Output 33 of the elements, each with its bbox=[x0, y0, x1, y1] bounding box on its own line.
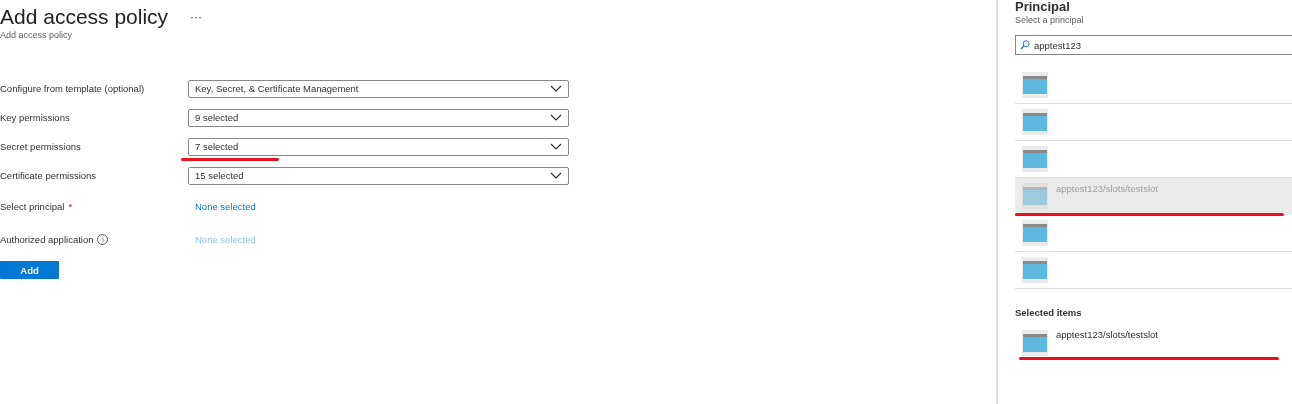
app-icon bbox=[1022, 330, 1048, 356]
app-icon bbox=[1022, 257, 1048, 283]
app-icon bbox=[1022, 220, 1048, 246]
selected-principal-name: apptest123/slots/testslot bbox=[1056, 329, 1158, 340]
principal-name: apptest123/slots/testslot bbox=[1056, 183, 1158, 194]
chevron-down-icon bbox=[550, 114, 562, 121]
chevron-down-icon bbox=[550, 143, 562, 150]
field-label: Key permissions bbox=[0, 112, 70, 123]
field-label: Authorized application bbox=[0, 234, 94, 245]
select-link[interactable]: None selected bbox=[195, 201, 256, 212]
search-field[interactable]: apptest123 bbox=[1015, 35, 1292, 55]
chevron-down-icon bbox=[550, 172, 562, 179]
section-heading: Selected items bbox=[1015, 307, 1083, 318]
search-icon bbox=[1020, 40, 1030, 50]
permission-dropdown[interactable]: Key, Secret, & Certificate Management bbox=[188, 79, 569, 98]
panel-title: Principal bbox=[1015, 0, 1071, 14]
field-label: Configure from template (optional) bbox=[0, 83, 145, 94]
required-mark: * bbox=[68, 201, 73, 212]
app-icon bbox=[1022, 146, 1048, 172]
more-button[interactable]: ··· bbox=[190, 10, 203, 24]
page-title: Add access policy bbox=[0, 5, 169, 29]
app-icon bbox=[1022, 183, 1048, 209]
chevron-down-icon bbox=[550, 85, 562, 92]
add-button[interactable]: Add bbox=[0, 261, 59, 279]
page-subtitle: Add access policy bbox=[0, 30, 74, 40]
field-label: Select principal bbox=[0, 201, 65, 212]
permission-dropdown[interactable]: 15 selected bbox=[188, 166, 569, 185]
app-icon bbox=[1022, 109, 1048, 135]
app-icon bbox=[1022, 72, 1048, 98]
panel-subtitle: Select a principal bbox=[1015, 15, 1085, 25]
field-label: Secret permissions bbox=[0, 141, 81, 152]
permission-dropdown[interactable]: 9 selected bbox=[188, 108, 569, 127]
field-label: Certificate permissions bbox=[0, 170, 97, 181]
